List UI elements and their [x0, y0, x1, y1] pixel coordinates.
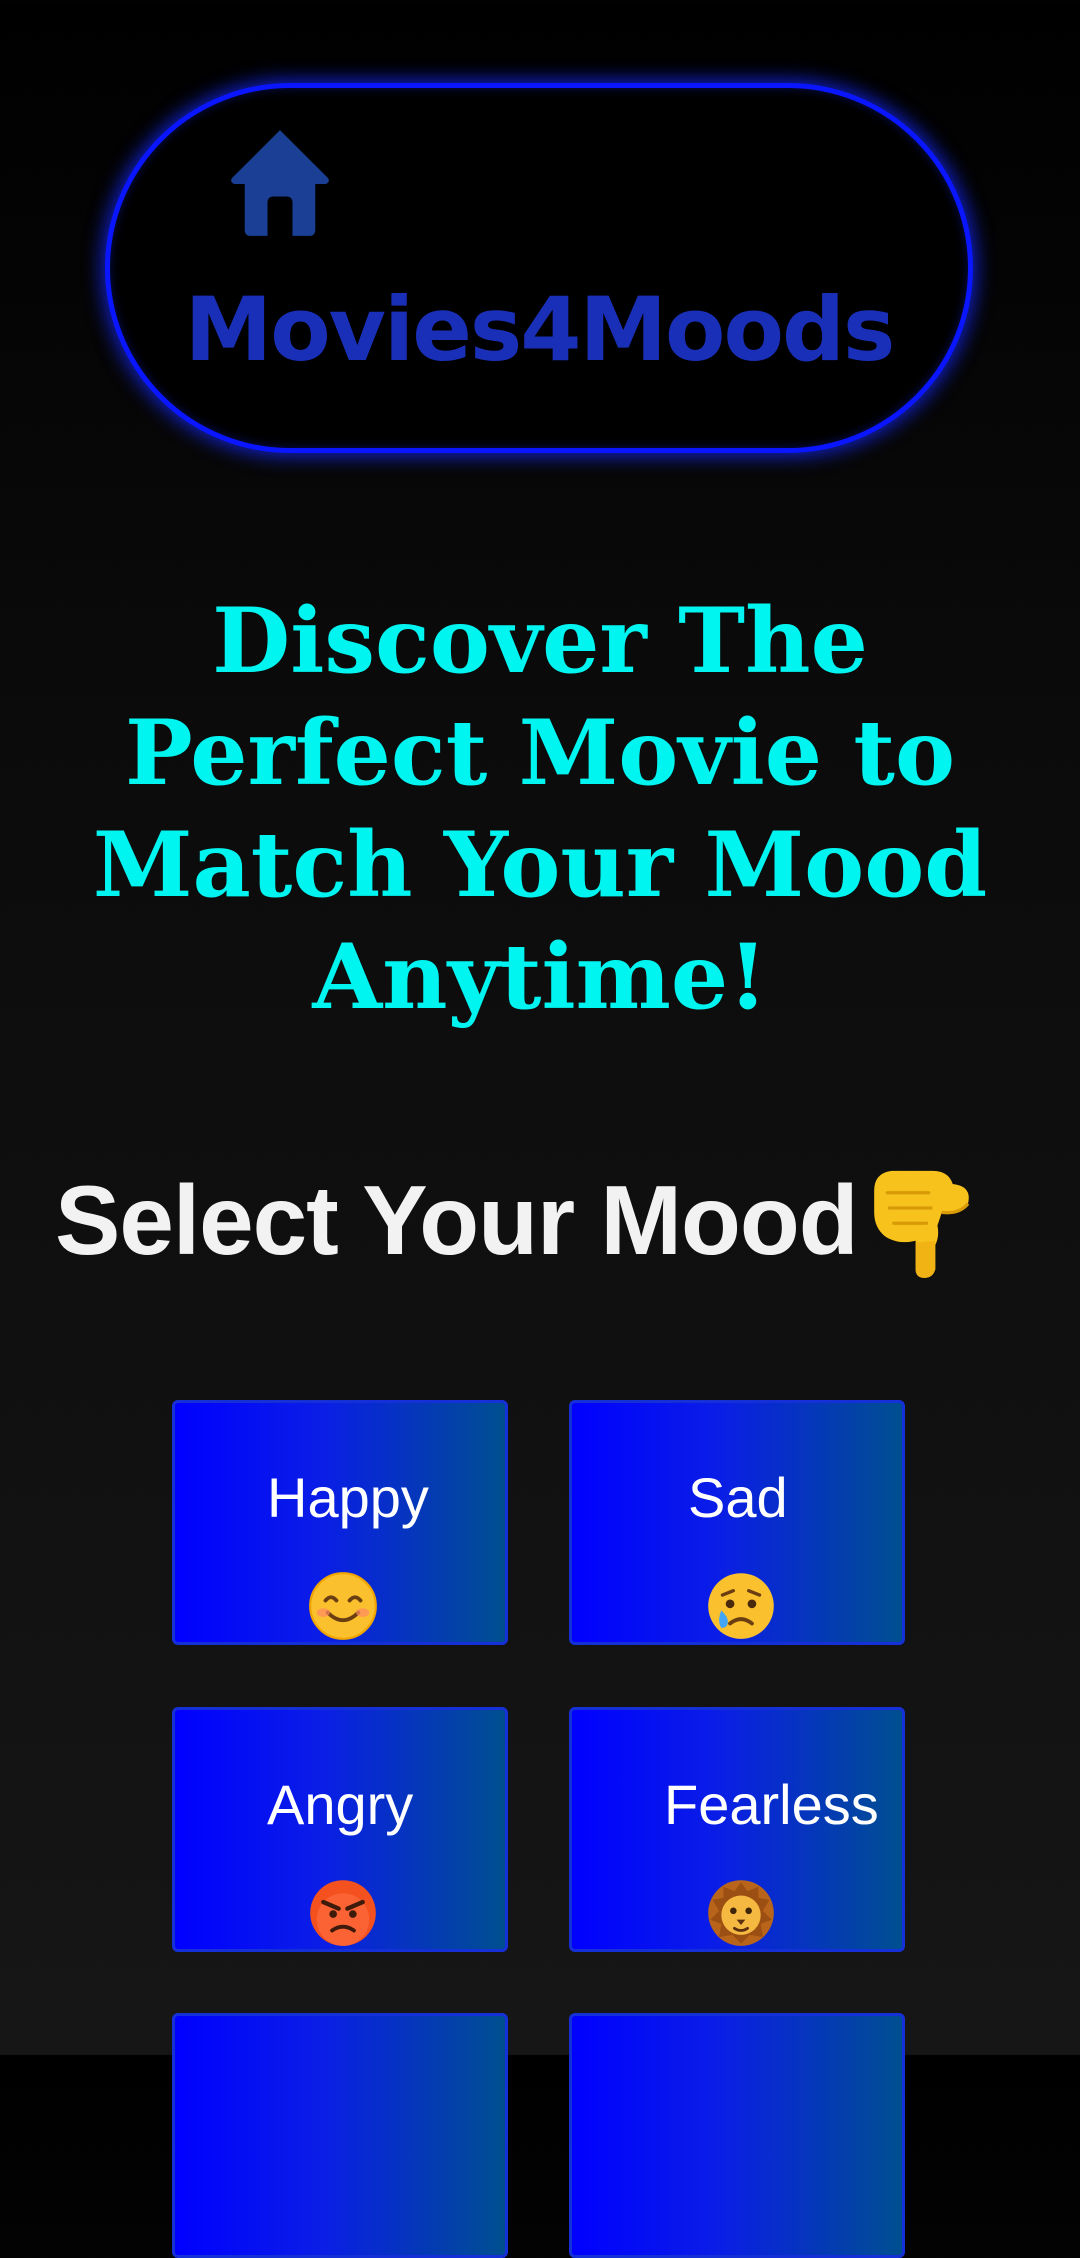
- pointing-down-icon: [873, 1170, 969, 1278]
- select-mood-title: Select Your Mood: [55, 1164, 859, 1275]
- app-header: Movies4Moods: [105, 83, 973, 453]
- mood-card-partial[interactable]: [172, 2013, 508, 2258]
- mood-label: Fearless: [664, 1773, 879, 1836]
- app-title: Movies4Moods: [184, 278, 896, 381]
- hero-tagline: Discover The Perfect Movie to Match Your…: [92, 588, 988, 1030]
- mood-card-happy[interactable]: Happy: [172, 1400, 508, 1645]
- mood-card-sad[interactable]: Sad: [569, 1400, 905, 1645]
- home-icon[interactable]: [228, 128, 332, 238]
- mood-label: Happy: [267, 1466, 429, 1529]
- crying-face-icon: [708, 1573, 774, 1639]
- smiling-face-icon: [309, 1572, 377, 1640]
- mood-card-partial[interactable]: [569, 2013, 905, 2258]
- angry-face-icon: [310, 1880, 376, 1946]
- lion-face-icon: [708, 1880, 774, 1946]
- mood-card-angry[interactable]: Angry: [172, 1707, 508, 1952]
- mood-label: Angry: [267, 1773, 414, 1836]
- mood-label: Sad: [688, 1466, 788, 1529]
- select-mood-heading: Select Your Mood: [55, 1160, 976, 1280]
- mood-card-fearless[interactable]: Fearless: [569, 1707, 905, 1952]
